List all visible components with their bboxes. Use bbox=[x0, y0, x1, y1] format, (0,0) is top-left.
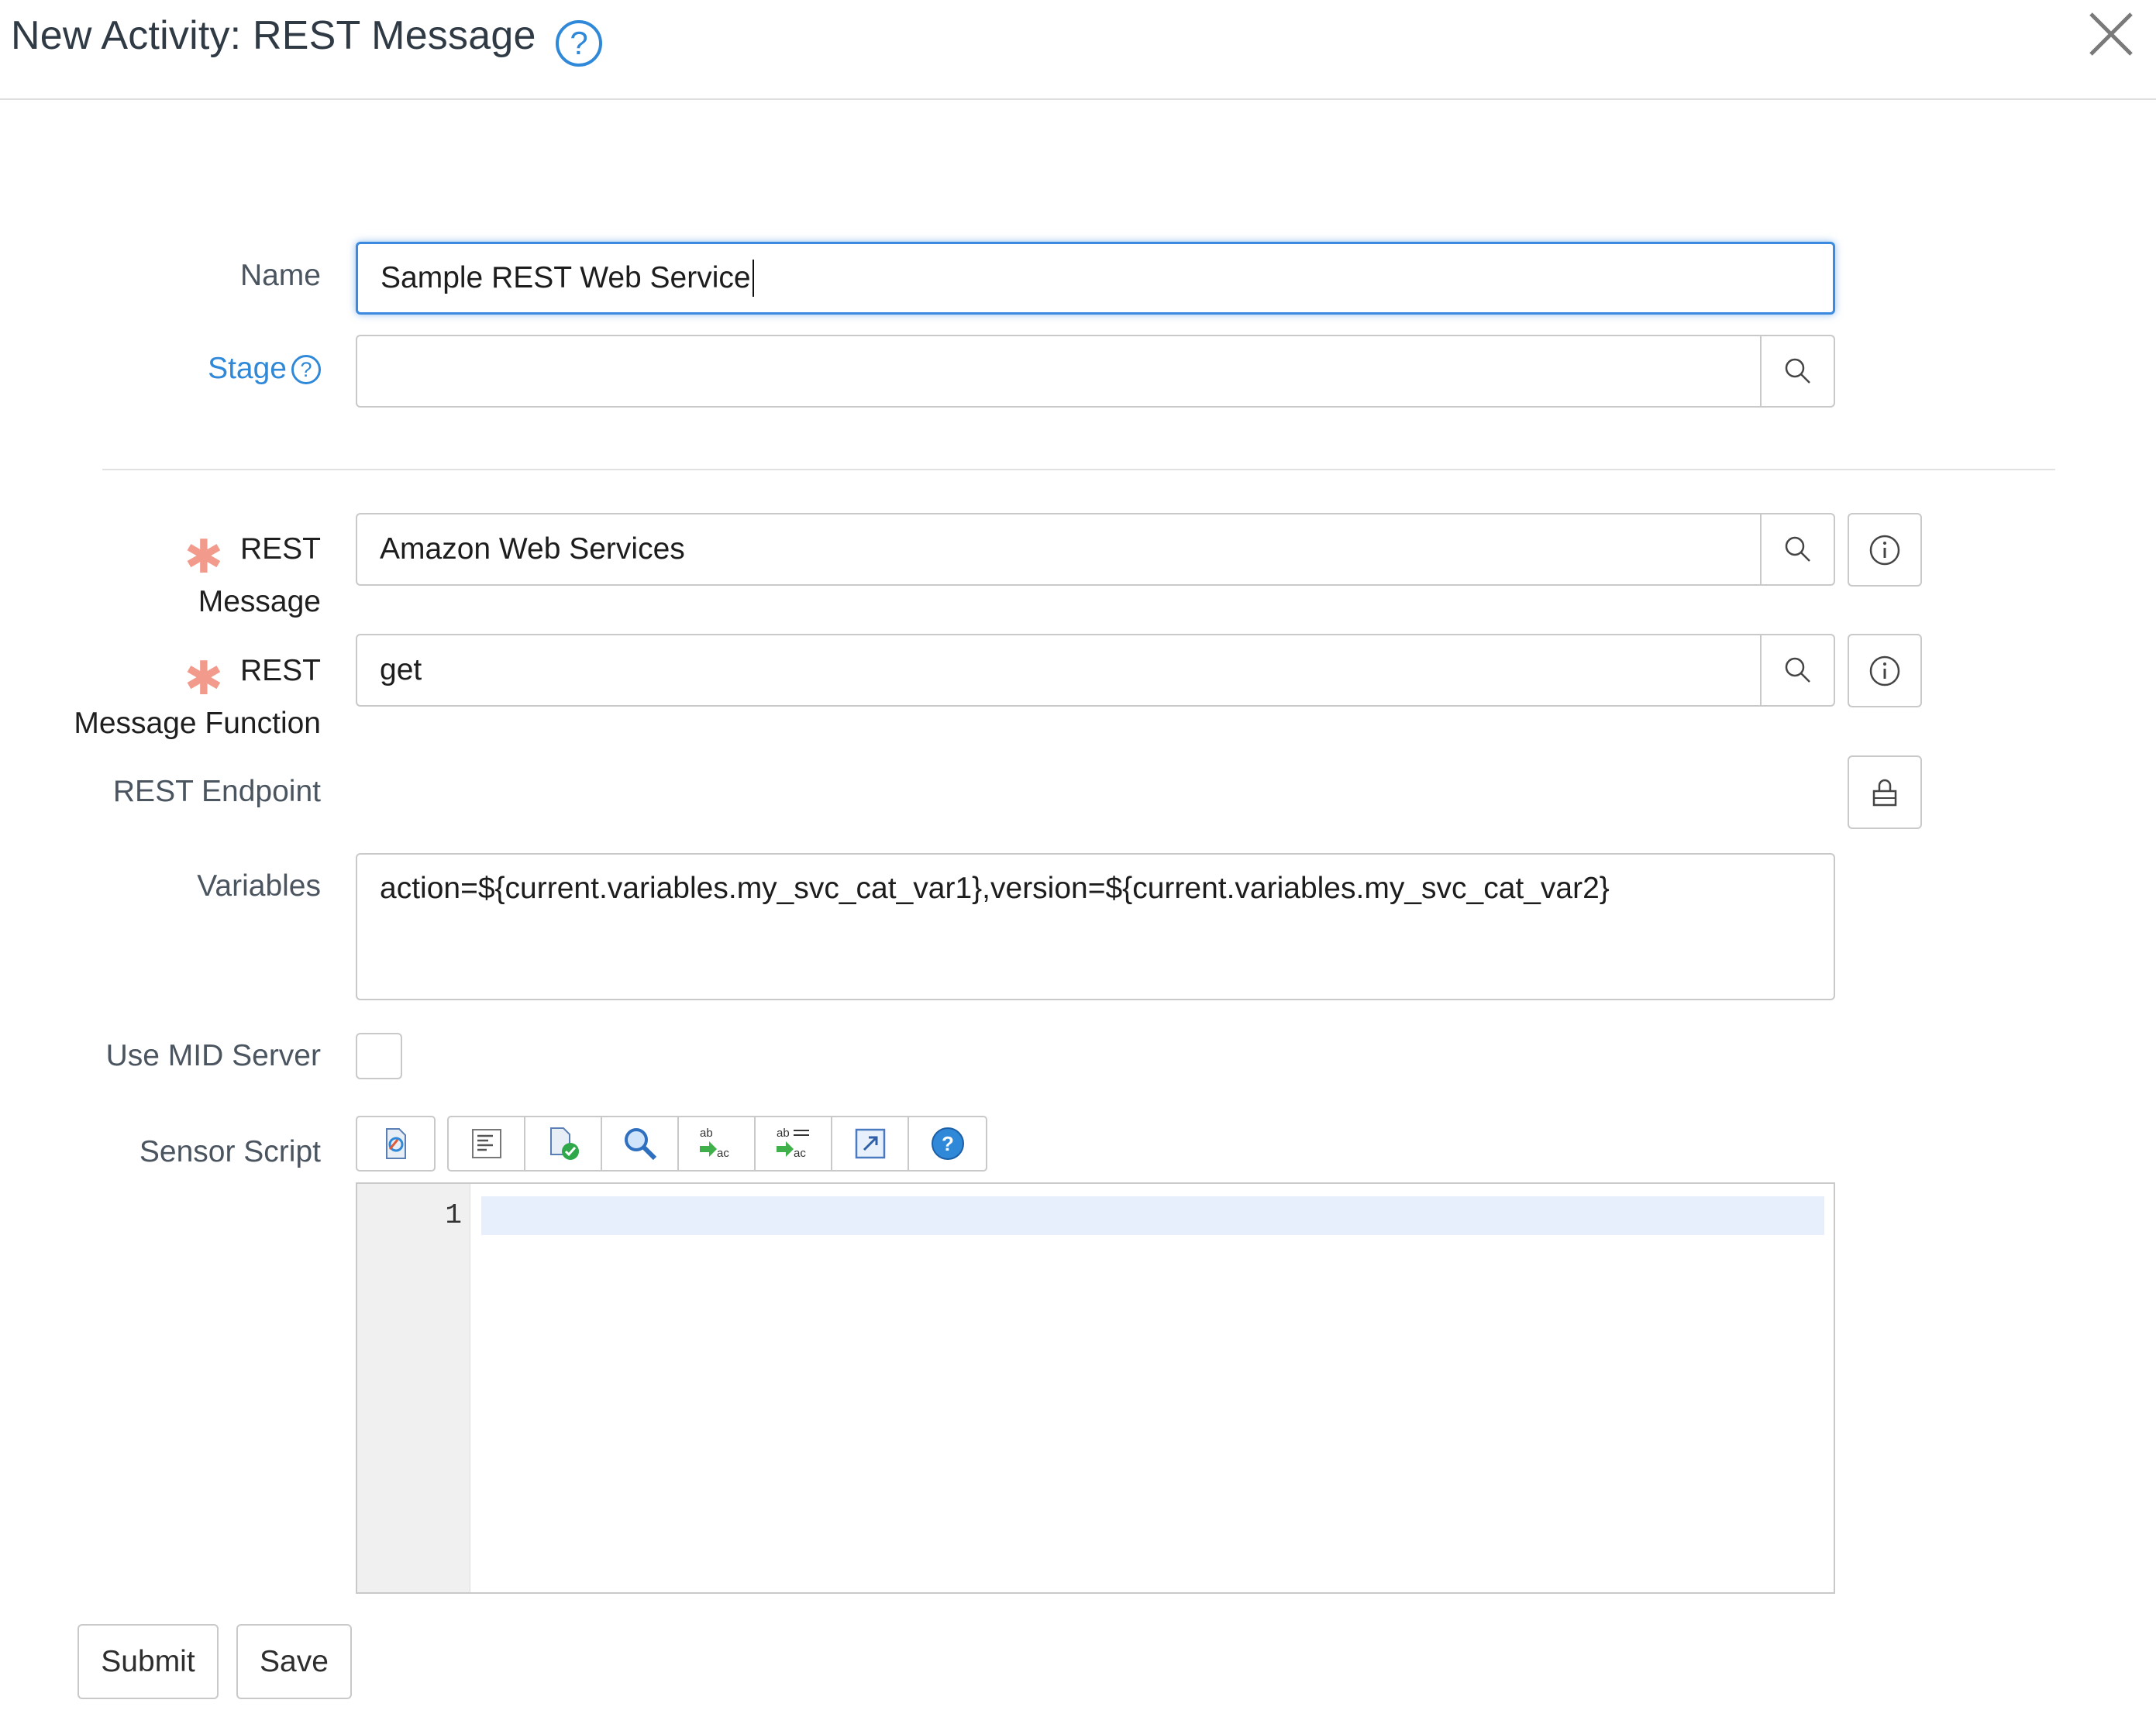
stage-lookup-button[interactable] bbox=[1760, 336, 1834, 406]
script-editor[interactable]: 1 bbox=[356, 1182, 1835, 1594]
rest-message-function-input[interactable]: get bbox=[356, 634, 1835, 707]
svg-text:ac: ac bbox=[717, 1147, 729, 1160]
rest-endpoint-label: REST Endpoint bbox=[112, 775, 321, 808]
rest-message-function-info-button[interactable] bbox=[1848, 634, 1922, 707]
replace-all-icon[interactable]: ab ac bbox=[756, 1117, 832, 1170]
submit-button[interactable]: Submit bbox=[77, 1624, 219, 1699]
stage-label-text[interactable]: Stage bbox=[208, 352, 287, 385]
variables-textarea[interactable]: action=${current.variables.my_svc_cat_va… bbox=[356, 853, 1835, 1000]
question-circle-icon[interactable]: ? bbox=[291, 355, 321, 384]
use-mid-server-checkbox[interactable] bbox=[356, 1033, 402, 1079]
replace-icon[interactable]: ab ac bbox=[679, 1117, 756, 1170]
rest-message-function-label: ✱ REST Message Function bbox=[74, 649, 321, 746]
svg-text:?: ? bbox=[942, 1132, 954, 1155]
help-glyph: ? bbox=[931, 1127, 964, 1160]
search-glyph bbox=[624, 1128, 656, 1161]
search-icon bbox=[1785, 657, 1810, 683]
required-icon: ✱ bbox=[184, 652, 223, 704]
text-cursor bbox=[752, 260, 754, 297]
svg-text:ab: ab bbox=[777, 1127, 790, 1140]
replace-all-glyph: ab ac bbox=[776, 1127, 809, 1160]
section-divider bbox=[102, 469, 2055, 470]
dialog-header: New Activity: REST Message ? bbox=[0, 0, 2156, 100]
rest-message-lookup-button[interactable] bbox=[1760, 514, 1834, 584]
rest-message-function-label-line2: Message Function bbox=[74, 707, 321, 740]
rest-message-function-label-line1: REST bbox=[239, 654, 321, 687]
toggle-syntax-icon[interactable] bbox=[357, 1117, 434, 1170]
help-icon[interactable]: ? bbox=[909, 1117, 986, 1170]
dialog-title: New Activity: REST Message bbox=[11, 13, 536, 58]
format-code-glyph bbox=[471, 1129, 501, 1158]
replace-glyph: ab ac bbox=[699, 1127, 729, 1160]
stage-label[interactable]: Stage? bbox=[208, 352, 321, 386]
search-icon bbox=[1785, 358, 1810, 384]
rest-endpoint-lock-button[interactable] bbox=[1848, 755, 1922, 829]
rest-message-label-line1: REST bbox=[239, 532, 321, 566]
required-icon: ✱ bbox=[184, 531, 223, 583]
svg-text:ac: ac bbox=[794, 1147, 806, 1160]
info-icon bbox=[1869, 535, 1900, 565]
toggle-syntax-glyph bbox=[385, 1128, 406, 1159]
search-icon[interactable] bbox=[602, 1117, 679, 1170]
check-syntax-icon[interactable] bbox=[525, 1117, 602, 1170]
check-syntax-glyph bbox=[549, 1127, 579, 1160]
rest-message-label: ✱ REST Message bbox=[184, 527, 321, 625]
lock-icon bbox=[1872, 779, 1897, 806]
rest-message-function-value: get bbox=[380, 653, 422, 686]
rest-message-function-lookup-button[interactable] bbox=[1760, 635, 1834, 705]
close-icon[interactable] bbox=[2088, 11, 2134, 57]
search-icon bbox=[1785, 536, 1810, 562]
rest-message-info-button[interactable] bbox=[1848, 513, 1922, 587]
fullscreen-glyph bbox=[855, 1128, 885, 1159]
name-value: Sample REST Web Service bbox=[381, 261, 751, 294]
stage-input[interactable] bbox=[356, 335, 1835, 408]
script-toolbar: ab ac ab ac ? bbox=[447, 1116, 987, 1172]
line-number: 1 bbox=[445, 1199, 462, 1231]
format-code-icon[interactable] bbox=[449, 1117, 525, 1170]
active-line-highlight bbox=[481, 1196, 1824, 1235]
script-toolbar-toggle-group bbox=[356, 1116, 436, 1172]
fullscreen-icon[interactable] bbox=[832, 1117, 909, 1170]
save-button[interactable]: Save bbox=[236, 1624, 352, 1699]
name-input[interactable]: Sample REST Web Service bbox=[356, 242, 1835, 315]
sensor-script-label: Sensor Script bbox=[139, 1135, 321, 1168]
rest-message-value: Amazon Web Services bbox=[380, 532, 685, 566]
rest-message-label-line2: Message bbox=[198, 585, 321, 618]
info-icon bbox=[1869, 655, 1900, 686]
use-mid-server-label: Use MID Server bbox=[105, 1039, 321, 1072]
question-circle-icon[interactable]: ? bbox=[556, 20, 602, 67]
rest-message-input[interactable]: Amazon Web Services bbox=[356, 513, 1835, 586]
name-label: Name bbox=[239, 259, 321, 292]
svg-text:ab: ab bbox=[700, 1127, 713, 1140]
editor-gutter: 1 bbox=[357, 1184, 470, 1592]
variables-label: Variables bbox=[197, 869, 321, 903]
